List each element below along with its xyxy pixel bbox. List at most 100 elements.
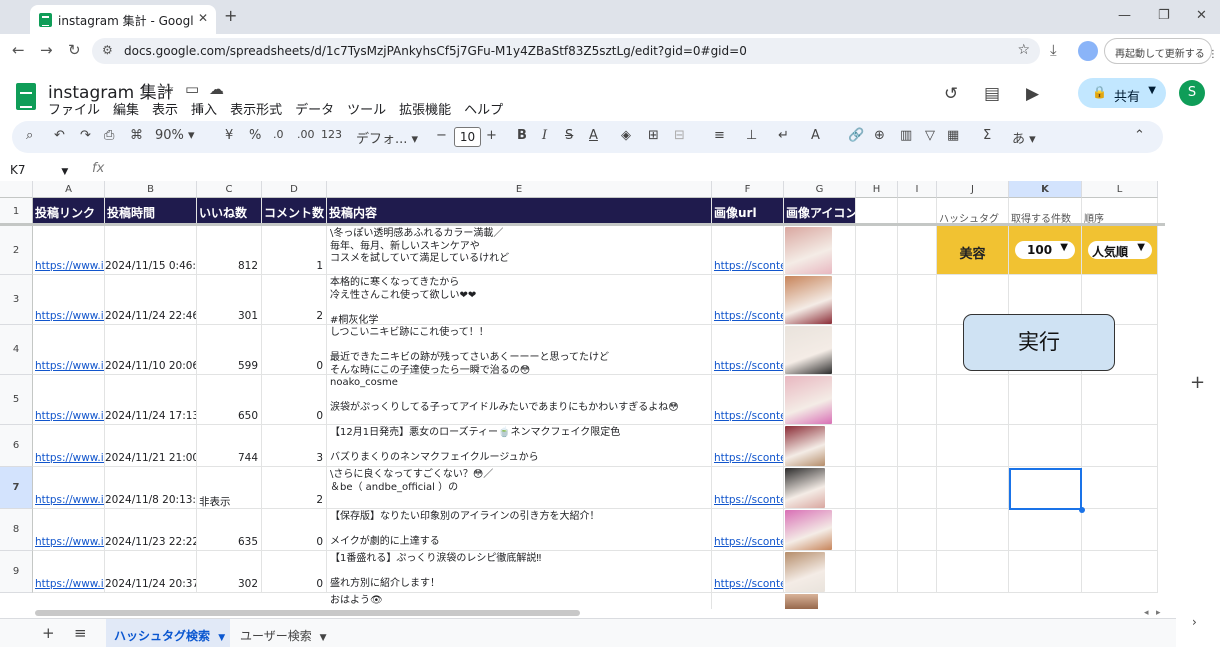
spreadsheet-grid[interactable]: ABCDEFGHIJKL 123456789 投稿リンク 投稿時間 いいね数 コメント… <box>0 181 1165 609</box>
url-field[interactable]: ⚙ docs.google.com/spreadsheets/d/1c7TysM… <box>92 38 1040 64</box>
order-label-cell[interactable]: 順序 <box>1082 198 1158 226</box>
empty-cell[interactable] <box>1009 425 1082 467</box>
empty-cell[interactable] <box>898 375 937 425</box>
post-link-cell[interactable]: https://www.insta <box>33 275 105 325</box>
image-icon-cell[interactable] <box>784 275 856 325</box>
empty-cell[interactable] <box>898 551 937 593</box>
back-icon[interactable]: ← <box>12 41 25 59</box>
post-link-cell[interactable]: https://www.insta <box>33 325 105 375</box>
menu-format[interactable]: 表示形式 <box>230 99 282 118</box>
post-content-cell[interactable]: 本格的に寒くなってきたから 冷え性さんこれ使って欲しい❤❤ #桐灰化学 <box>327 275 712 325</box>
comments-cell[interactable]: 0 <box>262 509 327 551</box>
column-header-c[interactable]: C <box>197 181 262 198</box>
relaunch-update-button[interactable]: 再起動して更新する ⋮ <box>1104 38 1218 64</box>
empty-cell[interactable] <box>1082 551 1158 593</box>
functions-icon[interactable]: Σ <box>983 128 991 143</box>
comments-cell[interactable]: 0 <box>262 551 327 593</box>
redo-icon[interactable]: ↷ <box>80 128 91 143</box>
search-menus-icon[interactable]: ⌕ <box>26 128 33 143</box>
minimize-icon[interactable]: — <box>1118 8 1131 23</box>
header-cell[interactable]: コメント数 <box>262 198 327 226</box>
empty-cell[interactable] <box>937 551 1009 593</box>
forward-icon[interactable]: → <box>40 41 53 59</box>
post-content-cell[interactable]: 【保存版】なりたい印象別のアイラインの引き方を大紹介！ メイクが劇的に上達する <box>327 509 712 551</box>
empty-cell[interactable] <box>856 467 898 509</box>
insert-comment-icon[interactable]: ⊕ <box>874 128 885 143</box>
post-time-cell[interactable]: 2024/11/24 20:37:30 <box>105 551 197 593</box>
column-header-e[interactable]: E <box>327 181 712 198</box>
vertical-align-icon[interactable]: ⊥ <box>746 128 757 143</box>
name-box[interactable]: K7 ▼ <box>10 163 68 177</box>
empty-cell[interactable] <box>856 226 898 275</box>
sheet-tab-hashtag[interactable]: ハッシュタグ検索 ▼ <box>106 619 230 647</box>
site-info-icon[interactable]: ⚙ <box>102 43 113 57</box>
hashtag-value-cell[interactable]: 美容 <box>937 226 1009 275</box>
fill-color-icon[interactable]: ◈ <box>621 128 631 143</box>
image-icon-cell[interactable] <box>784 325 856 375</box>
empty-cell[interactable] <box>856 509 898 551</box>
scroll-right-icon[interactable]: ▸ <box>1156 608 1161 618</box>
font-size-input[interactable]: 10 <box>454 127 481 147</box>
image-url-cell[interactable]: https://scontent- <box>712 226 784 275</box>
image-url-cell[interactable]: https://scontent- <box>712 375 784 425</box>
post-content-cell[interactable]: \さらに良くなってすごくない？😳／ ＆be（ andbe_official ）の <box>327 467 712 509</box>
header-cell[interactable]: 投稿内容 <box>327 198 712 226</box>
increase-decimal-button[interactable]: .00 <box>297 128 315 141</box>
post-content-cell[interactable]: noako_cosme 涙袋がぷっくりしてる子ってアイドルみたいであまりにもかわ… <box>327 375 712 425</box>
likes-cell[interactable]: 744 <box>197 425 262 467</box>
text-rotation-icon[interactable]: A <box>811 128 820 143</box>
empty-cell[interactable] <box>856 551 898 593</box>
font-select[interactable]: デフォ... ▾ <box>356 128 418 147</box>
header-cell[interactable]: 画像アイコン <box>784 198 856 226</box>
merge-cells-icon[interactable]: ⊟ <box>674 128 685 143</box>
post-link-cell[interactable]: https://www.insta <box>33 375 105 425</box>
column-header-a[interactable]: A <box>33 181 105 198</box>
decrease-decimal-button[interactable]: .0 <box>273 128 284 141</box>
input-tools-button[interactable]: あ ▾ <box>1012 128 1036 147</box>
empty-cell[interactable] <box>898 467 937 509</box>
order-dropdown-cell[interactable]: 人気順 ▼ <box>1082 226 1158 275</box>
meet-icon[interactable]: ▶ <box>1026 84 1039 104</box>
close-tab-icon[interactable]: ✕ <box>198 11 208 25</box>
empty-cell[interactable] <box>898 198 937 226</box>
image-url-cell[interactable]: https://scontent- <box>712 551 784 593</box>
cloud-status-icon[interactable]: ☁ <box>209 80 224 98</box>
empty-cell[interactable] <box>898 509 937 551</box>
font-size-increase-button[interactable]: + <box>486 128 497 143</box>
filter-icon[interactable]: ▽ <box>925 128 935 143</box>
likes-cell[interactable]: 635 <box>197 509 262 551</box>
chevron-down-icon[interactable]: ▼ <box>1148 85 1156 96</box>
empty-cell[interactable] <box>1009 375 1082 425</box>
move-folder-icon[interactable]: ▭ <box>185 80 199 98</box>
row-header-7[interactable]: 7 <box>0 467 33 509</box>
bookmark-star-icon[interactable]: ☆ <box>1017 42 1030 58</box>
image-url-cell[interactable]: https://scontent- <box>712 275 784 325</box>
menu-insert[interactable]: 挿入 <box>191 99 217 118</box>
empty-cell[interactable] <box>1009 509 1082 551</box>
chevron-down-icon[interactable]: ▼ <box>320 633 327 643</box>
menu-view[interactable]: 表示 <box>152 99 178 118</box>
column-header-i[interactable]: I <box>898 181 937 198</box>
selected-cell-k7[interactable] <box>1009 468 1082 510</box>
row-header-2[interactable]: 2 <box>0 226 33 275</box>
count-dropdown-cell[interactable]: 100 ▼ <box>1009 226 1082 275</box>
empty-cell[interactable] <box>856 198 898 226</box>
share-button[interactable]: 🔒 共有 ▼ <box>1078 78 1166 108</box>
row-header-8[interactable]: 8 <box>0 509 33 551</box>
collapse-toolbar-icon[interactable]: ⌃ <box>1134 128 1145 143</box>
header-cell[interactable]: 画像url <box>712 198 784 226</box>
image-icon-cell[interactable] <box>784 467 856 509</box>
horizontal-scrollbar[interactable] <box>35 610 580 616</box>
select-all-corner[interactable] <box>0 181 33 198</box>
empty-cell[interactable] <box>856 325 898 375</box>
likes-cell[interactable]: 599 <box>197 325 262 375</box>
row-header-5[interactable]: 5 <box>0 375 33 425</box>
image-icon-cell[interactable] <box>784 551 856 593</box>
empty-cell[interactable] <box>937 467 1009 509</box>
empty-cell[interactable] <box>1082 467 1158 509</box>
count-label-cell[interactable]: 取得する件数 <box>1009 198 1082 226</box>
row-header-1[interactable]: 1 <box>0 198 33 226</box>
extension-icon[interactable] <box>1078 41 1098 61</box>
likes-cell[interactable]: 非表示 <box>197 467 262 509</box>
star-icon[interactable]: ☆ <box>161 80 174 98</box>
